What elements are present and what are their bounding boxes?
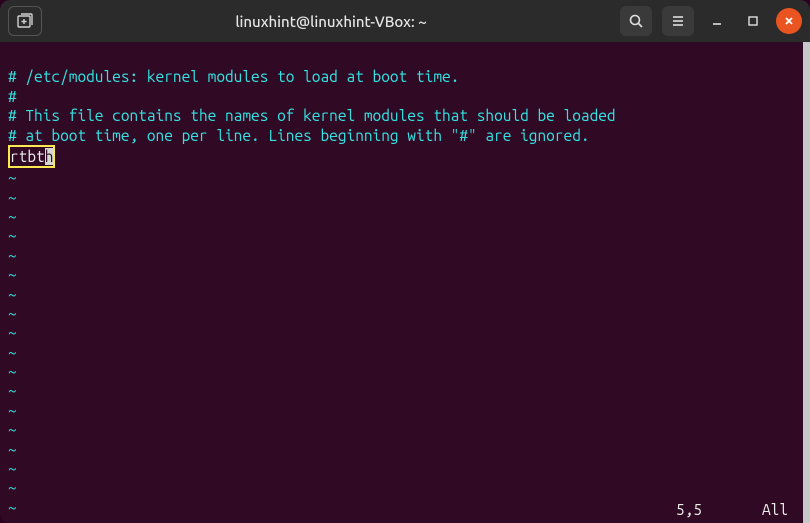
- empty-line-tilde: ~: [8, 382, 17, 399]
- module-name: rtbt: [10, 148, 45, 165]
- highlighted-module: rtbth: [8, 145, 55, 168]
- vim-status-line: 5,5 All: [8, 500, 798, 519]
- empty-line-tilde: ~: [8, 479, 17, 496]
- comment-line: # /etc/modules: kernel modules to load a…: [8, 68, 459, 85]
- cursor-position: 5,5: [676, 500, 702, 519]
- titlebar-left: [8, 6, 42, 36]
- maximize-button[interactable]: [740, 8, 766, 34]
- empty-line-tilde: ~: [8, 421, 17, 438]
- close-icon: [782, 14, 796, 28]
- comment-line: # at boot time, one per line. Lines begi…: [8, 127, 590, 144]
- empty-line-tilde: ~: [8, 344, 17, 361]
- empty-line-tilde: ~: [8, 208, 17, 225]
- empty-line-tilde: ~: [8, 402, 17, 419]
- empty-line-tilde: ~: [8, 247, 17, 264]
- empty-line-tilde: ~: [8, 305, 17, 322]
- empty-line-tilde: ~: [8, 227, 17, 244]
- terminal-window: linuxhint@linuxhint-VBox: ~: [0, 0, 810, 523]
- empty-line-tilde: ~: [8, 460, 17, 477]
- scroll-indicator: All: [762, 500, 798, 519]
- empty-line-tilde: ~: [8, 169, 17, 186]
- maximize-icon: [746, 14, 760, 28]
- titlebar-right: [620, 6, 802, 36]
- titlebar: linuxhint@linuxhint-VBox: ~: [0, 0, 810, 42]
- hamburger-icon: [670, 13, 686, 29]
- search-button[interactable]: [620, 6, 652, 36]
- minimize-icon: [710, 14, 724, 28]
- empty-line-tilde: ~: [8, 441, 17, 458]
- comment-line: # This file contains the names of kernel…: [8, 107, 616, 124]
- terminal-content[interactable]: # /etc/modules: kernel modules to load a…: [0, 42, 810, 523]
- empty-line-tilde: ~: [8, 266, 17, 283]
- new-tab-icon: [16, 12, 34, 30]
- empty-line-tilde: ~: [8, 363, 17, 380]
- search-icon: [628, 13, 644, 29]
- new-tab-button[interactable]: [8, 6, 42, 36]
- menu-button[interactable]: [662, 6, 694, 36]
- empty-line-tilde: ~: [8, 324, 17, 341]
- comment-line: #: [8, 88, 17, 105]
- empty-line-tilde: ~: [8, 286, 17, 303]
- close-button[interactable]: [776, 8, 802, 34]
- window-title: linuxhint@linuxhint-VBox: ~: [50, 13, 612, 30]
- empty-line-tilde: ~: [8, 189, 17, 206]
- minimize-button[interactable]: [704, 8, 730, 34]
- editor-cursor: h: [45, 148, 54, 165]
- scrollbar[interactable]: [803, 42, 810, 523]
